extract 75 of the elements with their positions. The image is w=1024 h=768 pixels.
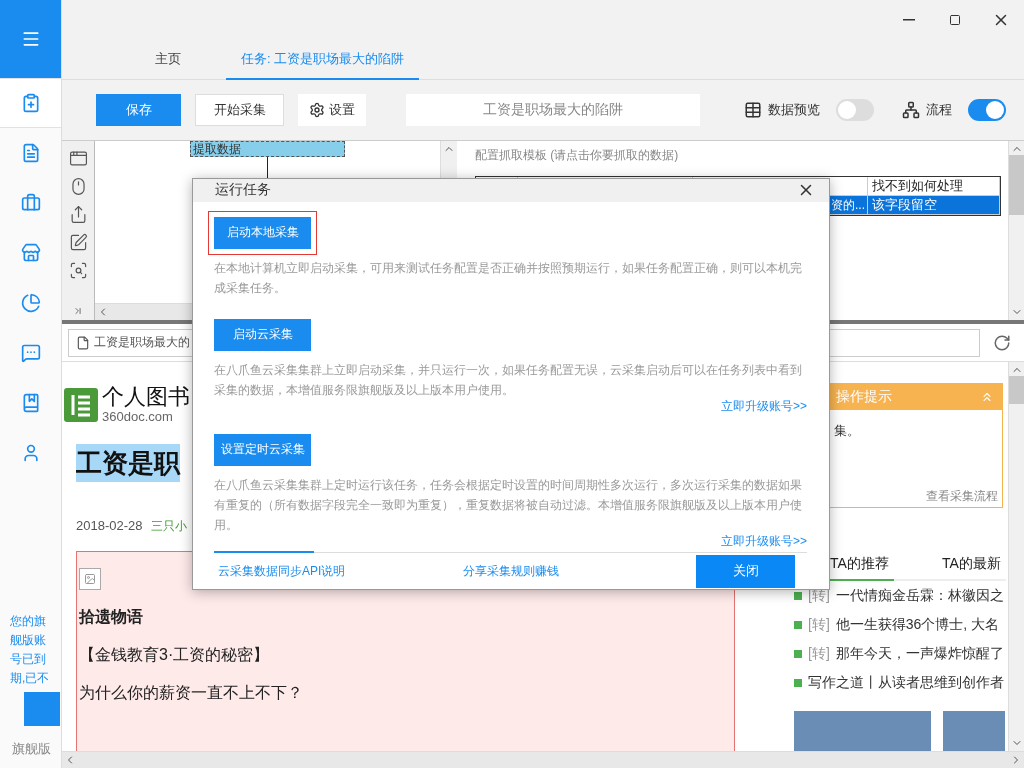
tip-text: 集。 [833,422,861,440]
upgrade-link[interactable]: 立即升级账号>> [721,533,807,548]
table-cell: 该字段留空 [868,196,1000,214]
toggle-switch[interactable] [968,99,1006,121]
site-domain: 360doc.com [102,409,174,424]
toggle-label: 数据预览 [768,101,820,119]
minimize-icon [903,19,915,21]
article-link[interactable]: 写作之道丨从读者思维到创作者 [808,673,1004,692]
article-link[interactable]: 那年今天，一声爆炸惊醒了 [835,644,1004,663]
refresh-icon[interactable] [993,333,1011,352]
collapse-icon[interactable] [73,306,83,316]
toggle-label: 流程 [926,101,952,119]
image-icon [79,568,101,590]
option-description: 在八爪鱼云采集集群上定时运行该任务，任务会根据定时设置的时间周期性多次运行，多次运行采集的数据如果有重复的（所有数据字段完全一致即为重复），重复数据将被自动过滤。本增值服务限旗舰版及以上版本用户使用。 [214,476,803,534]
footer-link[interactable]: 云采集数据同步API说明 [218,562,346,580]
column-header: 找不到如何处理 [868,177,1000,195]
option-description: 在八爪鱼云采集集群上立即启动采集，并只运行一次，如果任务配置无误，云采集启动后可以在任务列表中看到采集的数据，本增值服务限旗舰版及以上版本用户使用。 [214,361,803,399]
chat-icon [20,343,41,363]
scroll-thumb[interactable] [1009,376,1024,404]
upgrade-link[interactable]: 立即升级账号>> [721,398,807,413]
flowchart-icon [902,101,920,119]
collapse-icon[interactable] [980,390,994,404]
tip-title: 操作提示 [836,388,892,406]
flow-link[interactable]: 查看采集流程 [926,488,998,506]
store-icon [20,243,41,263]
close-dialog-button[interactable]: 关闭 [696,554,795,588]
template-title: 配置抓取模板 (请点击你要抓取的数据) [475,147,680,164]
run-option-button[interactable]: 设置定时云采集 [214,433,311,466]
site-name: 个人图书 [102,385,190,409]
article-title: 工资是职 [76,444,180,482]
article-link[interactable]: 一代情痴金岳霖：林徽因之 [835,586,1004,605]
url-text: 工资是职场最大的 [94,334,190,351]
paragraph: 拾遗物语 [79,607,144,627]
option-description: 在本地计算机立即启动采集，可用来测试任务配置是否正确并按照预期运行，如果任务配置正确，则可以本机完成采集任务。 [214,259,803,297]
page-icon [76,335,90,350]
maximize-icon [949,14,961,26]
article-date: 2018-02-28 [76,518,143,533]
window-icon[interactable] [68,149,88,168]
table-icon [744,101,762,119]
workflow-node[interactable]: 提取数据 [190,141,345,157]
tab[interactable]: 任务: 工资是职场最大的陷阱 [226,40,420,80]
article-link[interactable]: 他一生获得36个博士, 大名 [835,615,1000,634]
tab[interactable]: TA的最新 [894,555,1006,582]
repost-tag: [转] [808,644,830,663]
paragraph: 为什么你的薪资一直不上不下？ [79,683,304,703]
vertical-scrollbar[interactable] [1008,141,1024,320]
expiry-notice: 您的旗舰版账号已到期,已不 [10,613,51,687]
repost-tag: [转] [808,615,830,634]
bullet-icon [794,649,802,658]
settings-icon [309,102,325,118]
footer-link[interactable]: 分享采集规则赚钱 [463,562,560,580]
scroll-thumb[interactable] [1009,155,1024,215]
save-button[interactable]: 保存 [96,94,181,126]
dialog-title: 运行任务 [215,181,271,200]
scan-search-icon[interactable] [68,261,88,280]
author-link[interactable]: 三只小 [150,518,187,535]
edit-icon[interactable] [68,233,88,252]
vertical-scrollbar[interactable] [1008,362,1024,751]
task-name-field[interactable]: 工资是职场最大的陷阱 [406,94,700,126]
start-button[interactable]: 开始采集 [195,94,284,126]
briefcase-icon [20,193,41,213]
settings-button[interactable]: 设置 [298,94,366,126]
tab[interactable]: 主页 [140,40,196,80]
bullet-icon [794,678,802,687]
toggle-switch[interactable] [836,99,874,121]
horizontal-scrollbar[interactable] [62,751,1024,768]
bullet-icon [794,620,802,629]
sidebar-item[interactable] [0,78,61,128]
edition-label: 旗舰版 [12,740,52,758]
photo-placeholder [943,711,1005,751]
pie-chart-icon [20,293,41,313]
run-option-button[interactable]: 启动云采集 [214,318,311,351]
bullet-icon [794,591,802,600]
run-option-button[interactable]: 启动本地采集 [214,216,311,249]
paragraph: 【金钱教育3·工资的秘密】 [79,645,271,665]
